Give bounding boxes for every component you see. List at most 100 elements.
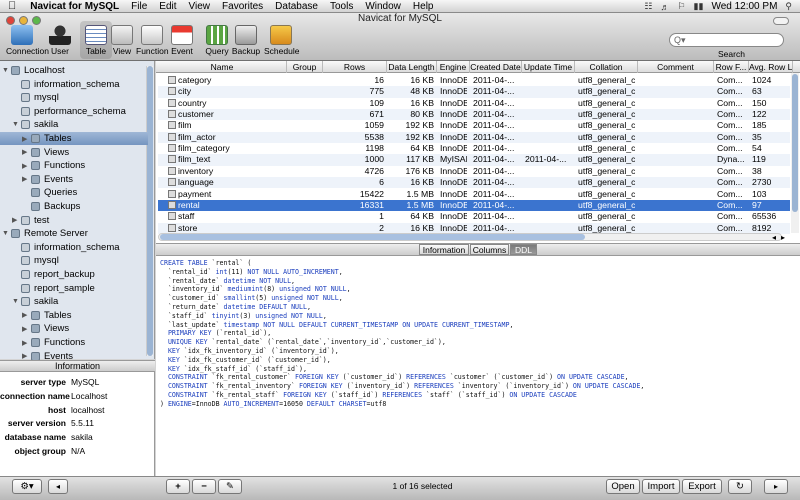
table-row[interactable]: country 109 16 KB InnoDB 2011-04-... utf8_gen… xyxy=(158,98,790,109)
wifi-icon[interactable]: ☷ xyxy=(644,1,652,12)
vertical-scrollbar-thumb[interactable] xyxy=(792,74,798,212)
disclosure-triangle-icon[interactable]: ▶ xyxy=(22,148,31,156)
sidebar-item[interactable]: report_sample xyxy=(12,282,95,295)
toolbar-connection-button[interactable]: Connection xyxy=(6,25,49,56)
battery-icon[interactable]: ▮▮ xyxy=(694,1,704,12)
minimize-window-icon[interactable] xyxy=(19,16,28,25)
sidebar-item[interactable]: ▶ Events xyxy=(22,173,73,186)
disclosure-triangle-icon[interactable]: ▶ xyxy=(12,216,21,224)
tab-ddl[interactable]: DDL xyxy=(510,244,537,255)
column-header[interactable]: Created Date xyxy=(470,61,522,73)
close-window-icon[interactable] xyxy=(6,16,15,25)
menu-edit[interactable]: Edit xyxy=(159,1,176,12)
toolbar-backup-button[interactable]: Backup xyxy=(230,25,262,56)
table-row[interactable]: customer 671 80 KB InnoDB 2011-04-... utf8_ge… xyxy=(158,109,790,121)
menu-window[interactable]: Window xyxy=(365,1,401,12)
sidebar-item[interactable]: ▶ Tables xyxy=(0,132,148,145)
column-header[interactable]: Group xyxy=(287,61,323,73)
disclosure-triangle-icon[interactable]: ▶ xyxy=(22,162,31,170)
table-row[interactable]: staff 1 64 KB InnoDB 2011-04-... utf8_general… xyxy=(158,211,790,222)
disclosure-triangle-icon[interactable]: ▶ xyxy=(22,175,31,183)
tab-information[interactable]: Information xyxy=(419,244,469,255)
sidebar-item[interactable]: ▼ Localhost xyxy=(2,64,65,77)
disclosure-triangle-icon[interactable]: ▶ xyxy=(22,339,31,347)
horizontal-scrollbar-thumb[interactable] xyxy=(160,234,585,240)
toolbar-event-button[interactable]: Event xyxy=(166,25,198,56)
table-row[interactable]: film_actor 5538 192 KB InnoDB 2011-04-... utf… xyxy=(158,131,790,144)
sidebar-item[interactable]: mysql xyxy=(12,254,59,267)
column-header[interactable]: Name xyxy=(158,61,287,73)
disclosure-triangle-icon[interactable]: ▶ xyxy=(22,311,31,319)
table-row[interactable]: film_category 1198 64 KB InnoDB 2011-04-... u… xyxy=(158,143,790,154)
disclosure-triangle-icon[interactable]: ▼ xyxy=(2,67,11,74)
sidebar-item[interactable]: ▼ sakila xyxy=(12,118,58,131)
menu-tools[interactable]: Tools xyxy=(330,1,353,12)
toolbar-view-button[interactable]: View xyxy=(106,25,138,56)
column-header[interactable]: Collation xyxy=(575,61,638,73)
sidebar-toggle-button[interactable]: ◂ xyxy=(48,479,68,494)
tab-columns[interactable]: Columns xyxy=(470,244,509,255)
scroll-left-icon[interactable]: ◂ xyxy=(772,233,776,242)
sidebar-item[interactable]: report_backup xyxy=(12,268,95,281)
sidebar-item[interactable]: ▼ Remote Server xyxy=(2,227,88,240)
gear-menu-button[interactable]: ⚙▾ xyxy=(12,479,42,494)
toolbar-query-button[interactable]: Query xyxy=(201,25,233,56)
table-row[interactable]: payment 15422 1.5 MB InnoDB 2011-04-... utf8_… xyxy=(158,189,790,200)
search-input[interactable]: Q▾ xyxy=(669,33,784,47)
sidebar-item[interactable]: ▼ sakila xyxy=(12,295,58,308)
sidebar-item[interactable]: ▶ Views xyxy=(22,146,69,159)
disclosure-triangle-icon[interactable]: ▼ xyxy=(12,298,21,305)
disclosure-triangle-icon[interactable]: ▼ xyxy=(2,230,11,237)
import-button[interactable]: Import xyxy=(642,479,680,494)
spotlight-icon[interactable]: ⚲ xyxy=(785,1,792,12)
menu-favorites[interactable]: Favorites xyxy=(222,1,263,12)
sidebar-item[interactable]: ▶ Functions xyxy=(22,159,85,172)
edit-button[interactable]: ✎ xyxy=(218,479,242,494)
remove-button[interactable]: − xyxy=(192,479,216,494)
sidebar-item[interactable]: information_schema xyxy=(12,78,120,91)
column-header[interactable]: Comment xyxy=(638,61,714,73)
add-button[interactable]: + xyxy=(166,479,190,494)
table-row[interactable]: film_text 1000 117 KB MyISAM 2011-04-... 2011… xyxy=(158,154,790,166)
table-row[interactable]: city 775 48 KB InnoDB 2011-04-... utf8_genera… xyxy=(158,86,790,98)
volume-icon[interactable]: ♬ xyxy=(660,2,669,12)
menu-view[interactable]: View xyxy=(189,1,211,12)
zoom-window-icon[interactable] xyxy=(32,16,41,25)
menu-database[interactable]: Database xyxy=(275,1,318,12)
table-row[interactable]: language 6 16 KB InnoDB 2011-04-... utf8_gene… xyxy=(158,177,790,189)
column-header[interactable]: Avg. Row L... xyxy=(749,61,793,73)
sidebar-item[interactable]: Queries xyxy=(22,186,77,199)
apple-menu-icon[interactable]:  xyxy=(8,0,16,12)
menu-help[interactable]: Help xyxy=(413,1,434,12)
disclosure-triangle-icon[interactable]: ▼ xyxy=(12,121,21,128)
detail-toggle-button[interactable]: ▸ xyxy=(764,479,788,494)
column-header[interactable]: Engine xyxy=(437,61,470,73)
app-menu[interactable]: Navicat for MySQL xyxy=(30,1,119,12)
sidebar-item[interactable]: Backups xyxy=(22,200,80,213)
flag-icon[interactable]: ⚐ xyxy=(677,1,685,12)
open-button[interactable]: Open xyxy=(606,479,640,494)
table-row[interactable]: inventory 4726 176 KB InnoDB 2011-04-... utf8… xyxy=(158,166,790,177)
toolbar-user-button[interactable]: User xyxy=(44,25,76,56)
sidebar-item[interactable]: ▶ test xyxy=(12,214,49,227)
toolbar-toggle-button[interactable] xyxy=(773,17,789,25)
menu-file[interactable]: File xyxy=(131,1,147,12)
sidebar-item[interactable]: ▶ Tables xyxy=(22,309,71,322)
sidebar-item[interactable]: ▶ Views xyxy=(22,322,69,335)
sidebar-item[interactable]: ▶ Functions xyxy=(22,336,85,349)
scroll-right-icon[interactable]: ▸ xyxy=(781,233,785,242)
refresh-button[interactable]: ↻ xyxy=(728,479,752,494)
table-row[interactable]: rental 16331 1.5 MB InnoDB 2011-04-... utf8_g… xyxy=(158,199,790,212)
column-header[interactable]: Row F... xyxy=(714,61,749,73)
export-button[interactable]: Export xyxy=(682,479,722,494)
sidebar-item[interactable]: mysql xyxy=(12,91,59,104)
toolbar-schedule-button[interactable]: Schedule xyxy=(264,25,299,56)
clock[interactable]: Wed 12:00 PM xyxy=(711,1,777,12)
disclosure-triangle-icon[interactable]: ▶ xyxy=(22,325,31,333)
disclosure-triangle-icon[interactable]: ▶ xyxy=(22,352,31,360)
table-row[interactable]: category 16 16 KB InnoDB 2011-04-... utf8_gen… xyxy=(158,75,790,86)
sidebar-item[interactable]: information_schema xyxy=(12,241,120,254)
column-header[interactable]: Update Time xyxy=(522,61,575,73)
disclosure-triangle-icon[interactable]: ▶ xyxy=(22,135,31,143)
toolbar-function-button[interactable]: Function xyxy=(136,25,169,56)
